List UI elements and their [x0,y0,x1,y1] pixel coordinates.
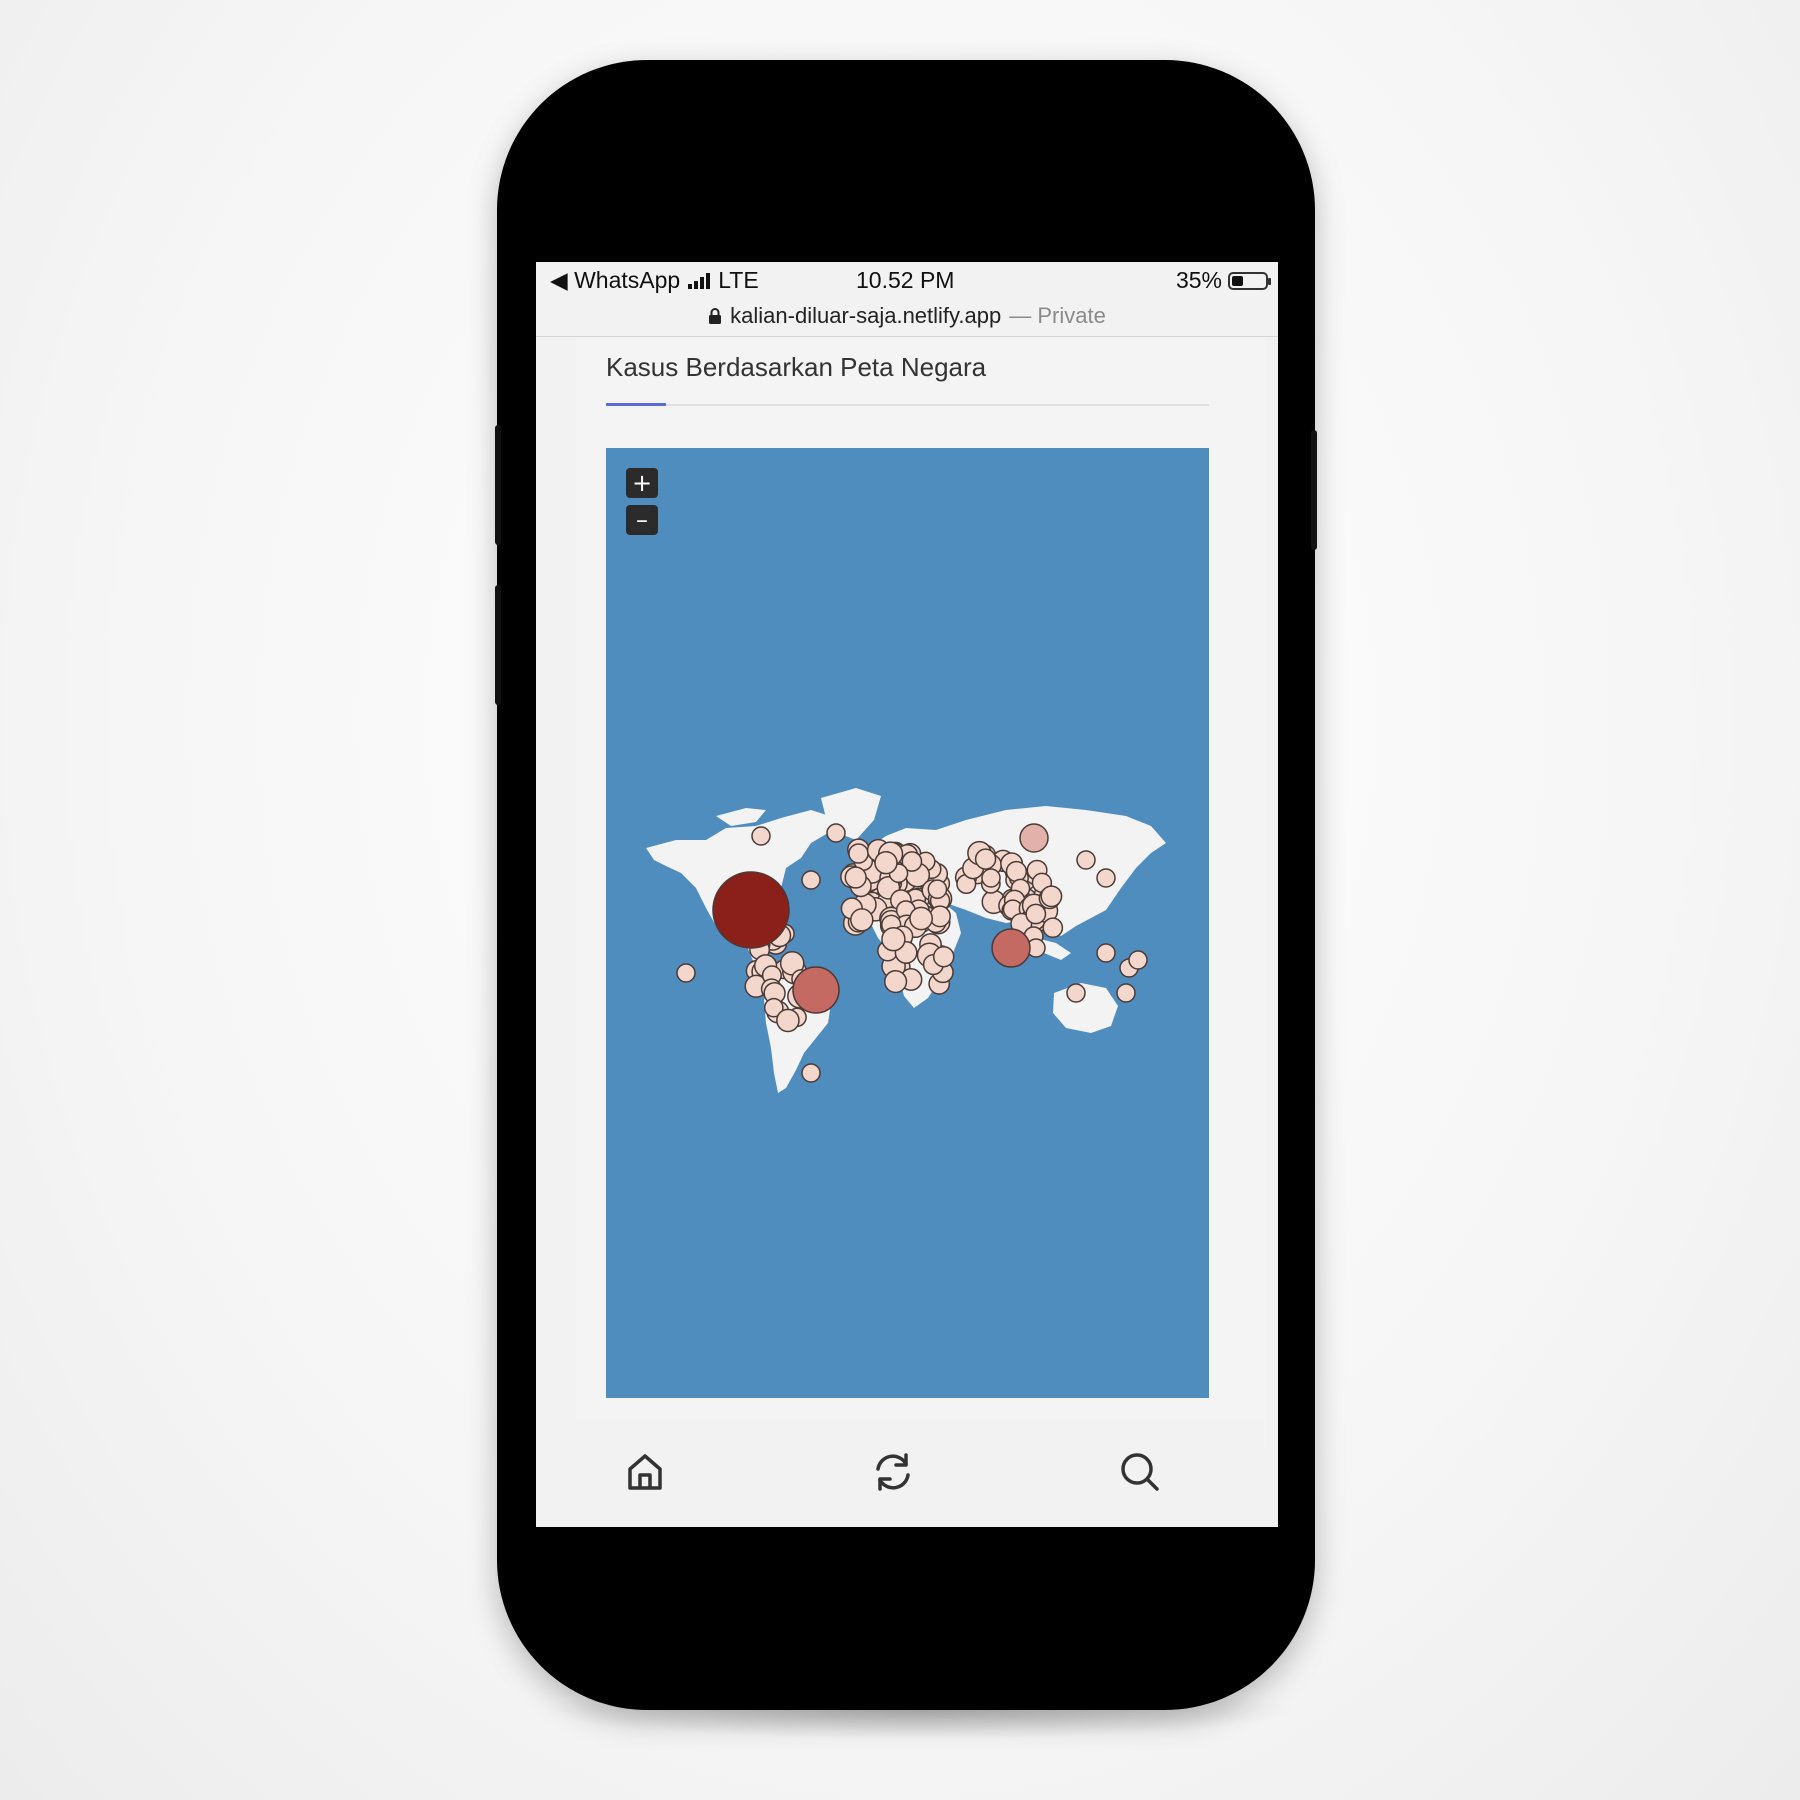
case-marker[interactable] [751,826,771,846]
case-marker[interactable] [981,868,1001,888]
phone-side-button [495,585,501,705]
case-marker[interactable] [1116,983,1136,1003]
case-marker[interactable] [844,866,867,889]
case-marker-medium[interactable] [1019,823,1049,853]
search-icon [1121,1453,1159,1491]
map-canvas[interactable] [606,448,1209,1398]
case-marker[interactable] [932,945,955,968]
signal-icon [688,272,711,289]
back-to-app-link[interactable]: ◀ WhatsApp [550,267,680,294]
status-bar: ◀ WhatsApp LTE 10.52 PM 35% [536,262,1278,296]
title-accent-bar [606,403,666,406]
case-marker[interactable] [801,1063,821,1083]
case-marker[interactable] [1042,917,1064,939]
case-marker[interactable] [909,906,933,931]
case-marker[interactable] [1128,950,1148,970]
network-type: LTE [718,267,759,293]
case-marker[interactable] [1040,885,1063,908]
case-marker[interactable] [883,969,908,994]
bottom-navigation [550,1419,1264,1527]
case-marker-medium[interactable] [792,966,840,1014]
title-divider [606,404,1209,406]
phone-side-button [495,425,501,545]
refresh-icon [876,1453,910,1491]
case-marker[interactable] [848,843,869,864]
case-marker[interactable] [881,926,906,952]
phone-side-button [1311,430,1317,550]
battery-icon [1228,271,1271,290]
refresh-button[interactable] [868,1447,918,1497]
battery-fill [1232,275,1243,286]
case-marker[interactable] [850,908,874,932]
address-bar[interactable]: kalian-diluar-saja.netlify.app — Private [536,296,1278,337]
case-marker[interactable] [927,879,948,900]
phone-screen: ◀ WhatsApp LTE 10.52 PM 35% kalian-dilua… [536,262,1278,1527]
case-marker[interactable] [1025,903,1047,925]
zoom-out-button[interactable]: – [626,505,658,535]
land-arctic-islands [716,808,766,826]
case-marker[interactable] [801,870,821,890]
section-title: Kasus Berdasarkan Peta Negara [606,352,987,382]
case-marker-medium[interactable] [991,928,1031,968]
url-text: kalian-diluar-saja.netlify.app [730,303,1002,328]
case-marker[interactable] [1096,868,1116,888]
case-marker[interactable] [974,848,997,870]
lock-icon [709,308,722,324]
case-marker[interactable] [1076,850,1096,870]
case-marker[interactable] [1066,983,1086,1003]
home-button[interactable] [620,1447,670,1497]
land-australia [1053,983,1118,1033]
case-marker[interactable] [826,823,846,843]
search-button[interactable] [1115,1447,1165,1497]
case-marker-large[interactable] [712,871,790,949]
case-marker[interactable] [776,1008,800,1033]
case-marker[interactable] [1096,943,1116,963]
case-marker[interactable] [929,905,951,928]
case-marker[interactable] [874,850,898,875]
case-marker[interactable] [1005,860,1028,883]
case-marker[interactable] [676,963,696,983]
battery-percent: 35% [1175,267,1222,293]
home-icon [628,1454,662,1490]
zoom-in-button[interactable]: + [626,468,658,498]
private-mode-label: — Private [1009,303,1106,328]
world-map[interactable]: + – [606,448,1209,1398]
clock: 10.52 PM [856,267,955,293]
